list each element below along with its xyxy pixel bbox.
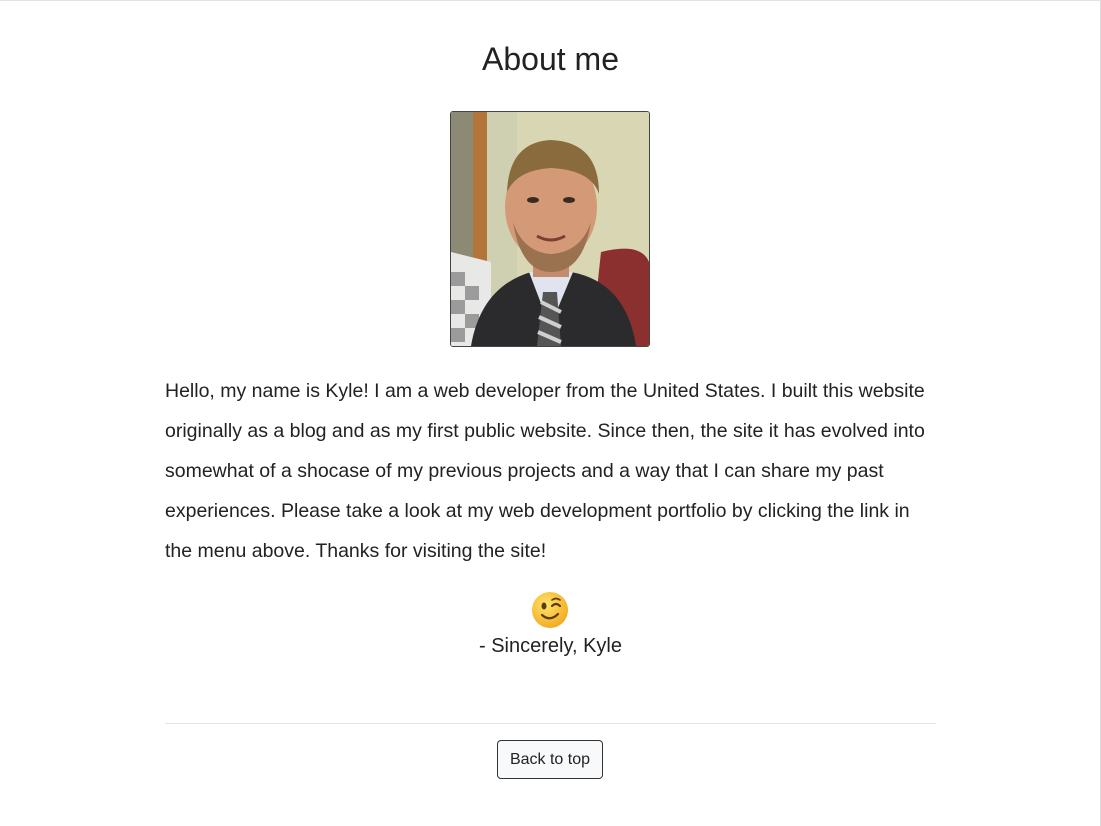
signature: - Sincerely, Kyle [478, 635, 622, 657]
winking-face-icon [531, 591, 569, 629]
bio-paragraph: Hello, my name is Kyle! I am a web devel… [165, 380, 925, 562]
footer-divider [165, 723, 936, 724]
back-to-top-button[interactable]: Back to top [497, 740, 603, 779]
about-page: About me Hello, my name is Kyle! I am a … [0, 0, 1101, 826]
page-title: About me [482, 41, 619, 77]
portrait-illustration [451, 112, 649, 346]
profile-photo [450, 111, 650, 347]
